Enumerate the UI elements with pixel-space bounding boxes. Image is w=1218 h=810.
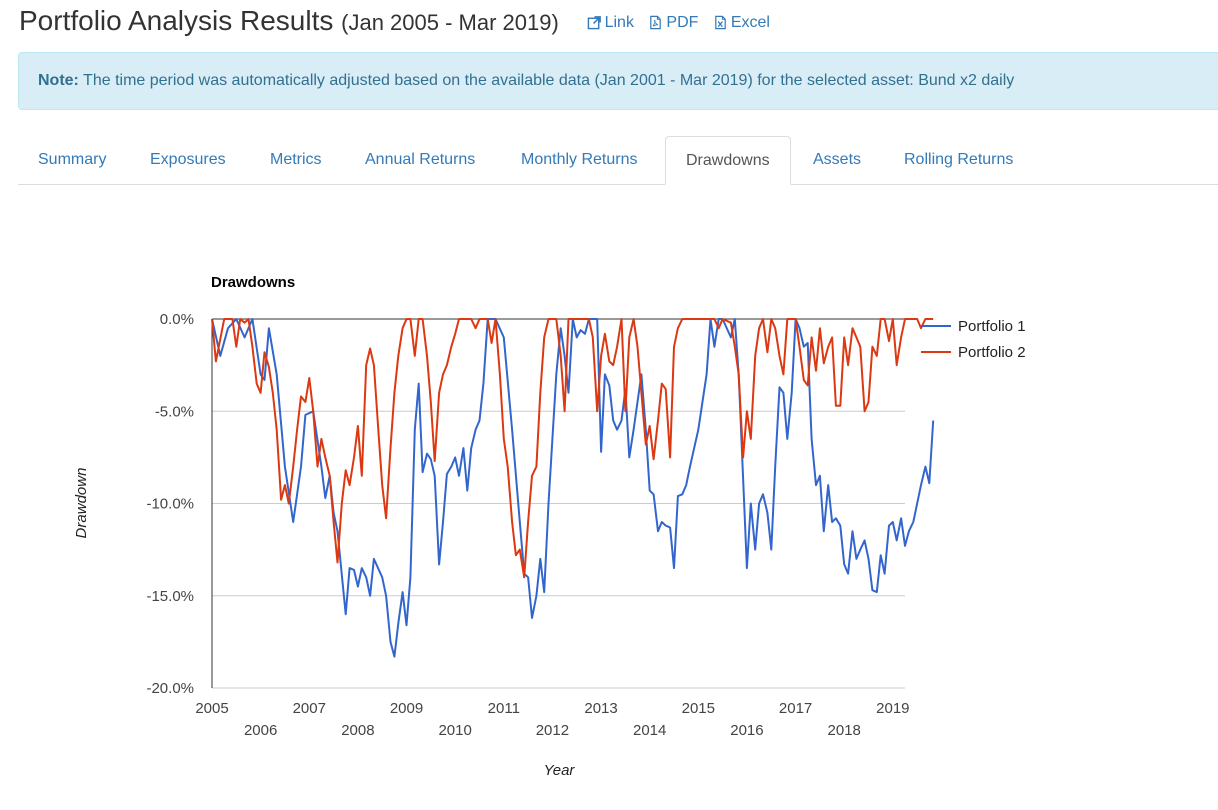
x-tick-label: 2015 [682, 700, 715, 717]
y-tick-label: -5.0% [155, 403, 194, 420]
x-tick-label: 2019 [876, 700, 909, 717]
chart-gridlines [212, 318, 905, 689]
legend-label-portfolio-2: Portfolio 2 [958, 344, 1026, 361]
x-tick-label: 2012 [536, 722, 569, 739]
y-axis-title: Drawdown [73, 468, 90, 539]
legend-label-portfolio-1: Portfolio 1 [958, 318, 1026, 335]
chart-legend: Portfolio 1 Portfolio 2 [921, 318, 1026, 361]
x-tick-label: 2007 [293, 700, 326, 717]
x-axis-title: Year [544, 762, 576, 779]
x-tick-label: 2005 [195, 700, 228, 717]
y-tick-label: 0.0% [160, 311, 194, 328]
x-tick-label: 2016 [730, 722, 763, 739]
x-tick-label: 2013 [584, 700, 617, 717]
x-tick-label: 2008 [341, 722, 374, 739]
chart-title: Drawdowns [211, 274, 295, 291]
y-tick-label: -10.0% [146, 496, 194, 513]
chart-series [211, 318, 935, 658]
series-line-portfolio-2 [211, 318, 934, 579]
x-tick-label: 2010 [438, 722, 471, 739]
x-tick-label: 2017 [779, 700, 812, 717]
x-tick-label: 2009 [390, 700, 423, 717]
x-tick-label: 2014 [633, 722, 666, 739]
y-axis: 0.0% -5.0% -10.0% -15.0% -20.0% [146, 311, 194, 697]
x-tick-label: 2011 [488, 700, 520, 717]
x-tick-label: 2018 [828, 722, 861, 739]
y-tick-label: -15.0% [146, 588, 194, 605]
drawdowns-chart: Drawdowns 0.0% -5.0% -10.0% -15.0% -20.0% 20… [73, 274, 1026, 779]
series-line-portfolio-1 [211, 318, 935, 658]
x-tick-label: 2006 [244, 722, 277, 739]
x-axis: 2005 2006 2007 2008 2009 2010 2011 2012 2013 2014… [195, 319, 910, 739]
y-tick-label: -20.0% [146, 680, 194, 697]
